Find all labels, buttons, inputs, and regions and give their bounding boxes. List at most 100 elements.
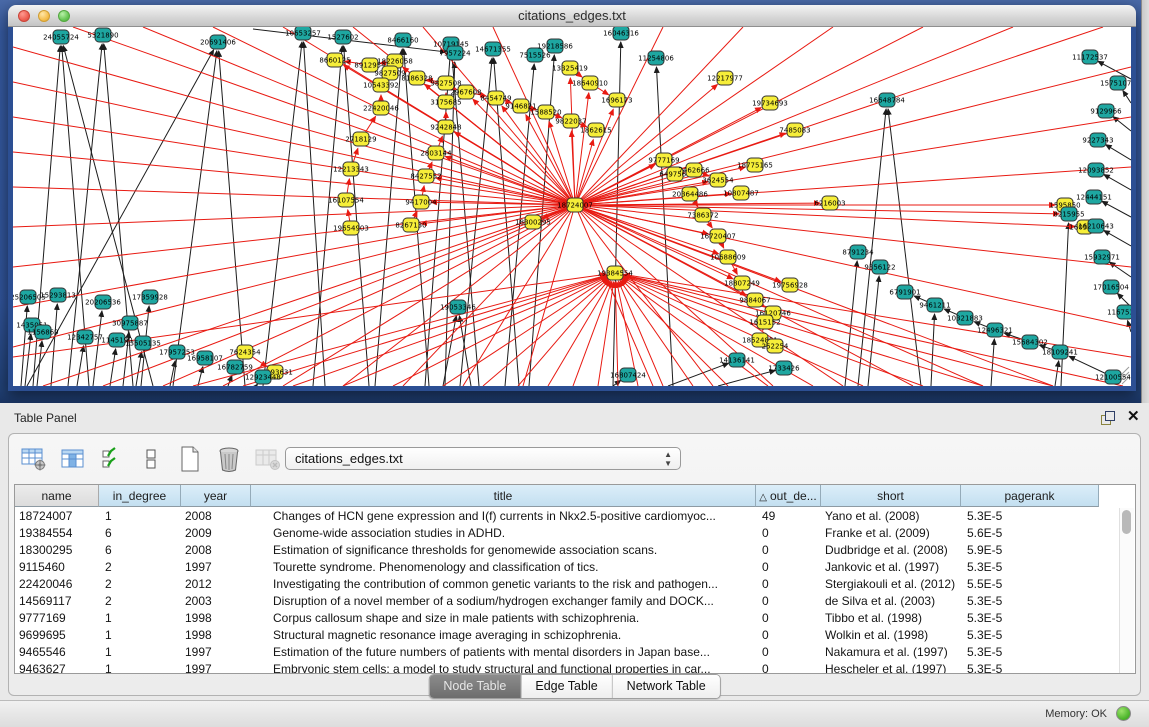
graph-node[interactable]: 13325419 <box>552 61 588 75</box>
graph-node[interactable]: 8267130 <box>395 218 426 232</box>
cell[interactable]: 0 <box>756 575 821 592</box>
cell[interactable]: 1 <box>99 626 181 643</box>
graph-node[interactable]: 3175685 <box>430 95 461 109</box>
cell[interactable]: Yano et al. (2008) <box>821 507 961 524</box>
cell[interactable]: 0 <box>756 541 821 558</box>
graph-node[interactable]: 11675310 <box>1107 305 1131 319</box>
cell[interactable]: Dudbridge et al. (2008) <box>821 541 961 558</box>
graph-node[interactable]: 6216003 <box>814 196 845 210</box>
stacked-rows-icon[interactable] <box>136 444 166 474</box>
new-table-icon[interactable] <box>175 444 205 474</box>
graph-node[interactable]: 7624354 <box>229 345 261 359</box>
graph-node[interactable]: 5321890 <box>87 28 118 42</box>
cell[interactable]: 0 <box>756 626 821 643</box>
cell[interactable]: Disruption of a novel member of a sodium… <box>251 592 756 609</box>
network-window[interactable]: citations_edges.txt 86601258912954182260… <box>8 5 1136 391</box>
graph-node[interactable]: 9227343 <box>1082 133 1113 147</box>
cell[interactable]: Tibbo et al. (1998) <box>821 609 961 626</box>
cell[interactable]: Nakamura et al. (1997) <box>821 643 961 660</box>
cell[interactable]: 5.3E-5 <box>961 660 1099 674</box>
cell[interactable]: 5.3E-5 <box>961 609 1099 626</box>
graph-node[interactable]: 8427552 <box>410 169 441 183</box>
close-panel-icon[interactable]: ✕ <box>1127 409 1140 425</box>
graph-node[interactable]: 8466160 <box>387 33 418 47</box>
cell[interactable]: Embryonic stem cells: a model to study s… <box>251 660 756 674</box>
cell[interactable]: 2 <box>99 575 181 592</box>
cell[interactable]: 2 <box>99 558 181 575</box>
cell[interactable]: 0 <box>756 643 821 660</box>
delete-column-icon[interactable] <box>253 444 283 474</box>
cell[interactable]: 9115460 <box>15 558 99 575</box>
cell[interactable]: Tourette syndrome. Phenomenology and cla… <box>251 558 756 575</box>
graph-node[interactable]: 12444151 <box>1076 190 1112 204</box>
table-row[interactable]: 2242004622012Investigating the contribut… <box>15 575 1135 592</box>
graph-node[interactable]: 16807424 <box>610 368 646 382</box>
cell[interactable]: 5.3E-5 <box>961 643 1099 660</box>
graph-node[interactable]: 15684302 <box>1012 335 1048 349</box>
cell[interactable]: 6 <box>99 541 181 558</box>
tab-edge-table[interactable]: Edge Table <box>521 675 612 698</box>
cell[interactable]: 5.3E-5 <box>961 626 1099 643</box>
column-header-in_degree[interactable]: in_degree <box>99 485 181 507</box>
cell[interactable]: 1998 <box>181 626 251 643</box>
column-header-out_de[interactable]: △out_de... <box>756 485 821 507</box>
cell[interactable]: 1 <box>99 507 181 524</box>
graph-node[interactable]: 8791234 <box>842 245 874 259</box>
graph-node[interactable]: 19734693 <box>752 96 788 110</box>
table-scrollbar[interactable] <box>1119 508 1134 673</box>
table-selector-dropdown[interactable]: citations_edges.txt ▲▼ <box>285 447 681 470</box>
cell[interactable]: 5.3E-5 <box>961 558 1099 575</box>
cell[interactable]: 5.3E-5 <box>961 592 1099 609</box>
graph-node[interactable]: 9129966 <box>1090 104 1122 118</box>
graph-node[interactable]: 19654903 <box>333 221 369 235</box>
cell[interactable]: 1 <box>99 660 181 674</box>
network-window-titlebar[interactable]: citations_edges.txt <box>8 5 1136 27</box>
column-header-pagerank[interactable]: pagerank <box>961 485 1099 507</box>
cell[interactable]: 5.6E-5 <box>961 524 1099 541</box>
cell[interactable]: Structural magnetic resonance image aver… <box>251 626 756 643</box>
cell[interactable]: 5.9E-5 <box>961 541 1099 558</box>
table-row[interactable]: 1830029562008Estimation of significance … <box>15 541 1135 558</box>
graph-node[interactable]: 30975887 <box>112 316 148 330</box>
graph-node[interactable]: 18640910 <box>572 76 608 90</box>
cell[interactable]: 19384554 <box>15 524 99 541</box>
cell[interactable]: 0 <box>756 609 821 626</box>
tab-network-table[interactable]: Network Table <box>613 675 720 698</box>
cell[interactable]: Stergiakouli et al. (2012) <box>821 575 961 592</box>
cell[interactable]: 2008 <box>181 507 251 524</box>
graph-node[interactable]: 1696173 <box>601 93 632 107</box>
cell[interactable]: de Silva et al. (2003) <box>821 592 961 609</box>
graph-node[interactable]: 9417004 <box>405 195 437 209</box>
graph-node[interactable]: 20691406 <box>200 35 236 49</box>
graph-node[interactable]: 12093852 <box>1078 163 1114 177</box>
scrollbar-thumb[interactable] <box>1122 510 1131 534</box>
cell[interactable]: 18724007 <box>15 507 99 524</box>
cell[interactable]: 2 <box>99 592 181 609</box>
column-header-short[interactable]: short <box>821 485 961 507</box>
graph-node[interactable]: 12213343 <box>333 162 369 176</box>
cell[interactable]: 49 <box>756 507 821 524</box>
cell[interactable]: 0 <box>756 660 821 674</box>
cell[interactable]: Estimation of the future numbers of pati… <box>251 643 756 660</box>
citation-network-graph[interactable]: 8660125891295418226058982750981863289827… <box>13 27 1131 386</box>
graph-node[interactable]: 1527602 <box>327 30 358 44</box>
cell[interactable]: 9777169 <box>15 609 99 626</box>
table-row[interactable]: 1456911722003Disruption of a novel membe… <box>15 592 1135 609</box>
graph-node[interactable]: 12100554 <box>1095 370 1131 384</box>
graph-node[interactable]: 16720407 <box>700 229 736 243</box>
cell[interactable]: 18300295 <box>15 541 99 558</box>
cell[interactable]: 22420046 <box>15 575 99 592</box>
cell[interactable]: 1 <box>99 643 181 660</box>
graph-node[interactable]: 20206536 <box>85 295 121 309</box>
table-row[interactable]: 977716911998Corpus callosum shape and si… <box>15 609 1135 626</box>
cell[interactable]: 5.3E-5 <box>961 507 1099 524</box>
graph-node[interactable]: 11254806 <box>638 51 674 65</box>
cell[interactable]: 9465546 <box>15 643 99 660</box>
cell[interactable]: 9463627 <box>15 660 99 674</box>
cell[interactable]: 0 <box>756 524 821 541</box>
cell[interactable]: 14569117 <box>15 592 99 609</box>
cell[interactable]: 2003 <box>181 592 251 609</box>
cell[interactable]: 9699695 <box>15 626 99 643</box>
cell[interactable]: 2012 <box>181 575 251 592</box>
cell[interactable]: 2008 <box>181 541 251 558</box>
